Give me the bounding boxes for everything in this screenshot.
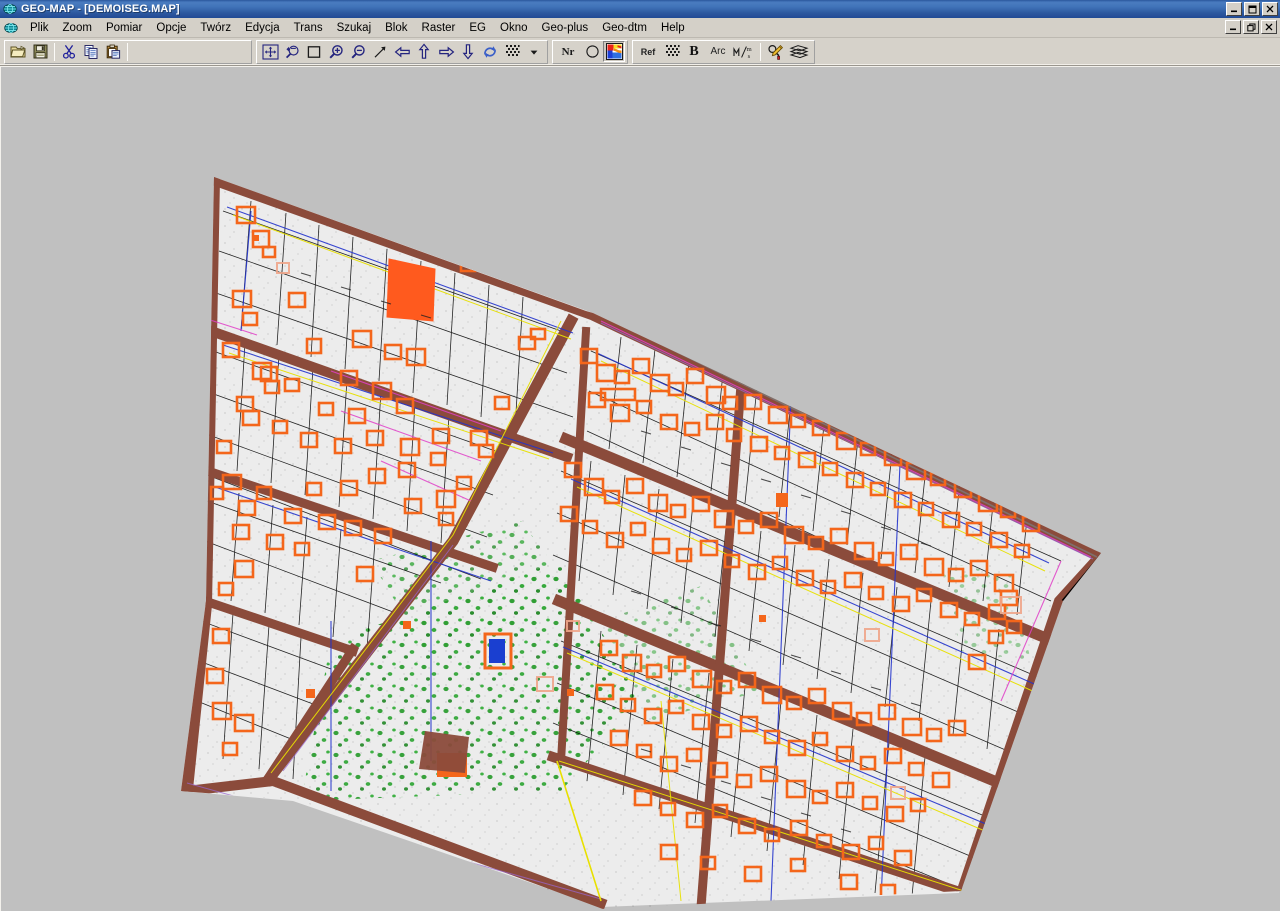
menu-item-geo-plus[interactable]: Geo-plus	[535, 20, 596, 36]
highlighted-parcel[interactable]	[386, 258, 436, 322]
pan-up-icon[interactable]	[413, 41, 435, 62]
menu-item-opcje[interactable]: Opcje	[149, 20, 193, 36]
arrow-diagonal-icon[interactable]	[369, 41, 391, 62]
toolbar-separator	[760, 42, 761, 61]
zoom-out-icon[interactable]	[347, 41, 369, 62]
arc-button[interactable]: Arc	[705, 41, 731, 62]
window-controls[interactable]	[1226, 2, 1278, 16]
mdi-minimize-button[interactable]	[1225, 20, 1241, 34]
menu-item-tworz[interactable]: Twórz	[193, 20, 238, 36]
toolbar-group-tools: Ref B Arc m s	[632, 39, 815, 64]
cadastral-map-canvas[interactable]	[1, 67, 1280, 911]
svg-text:s: s	[748, 53, 751, 60]
close-button[interactable]	[1262, 2, 1278, 16]
menu-item-plik[interactable]: Plik	[23, 20, 56, 36]
mdi-restore-button[interactable]	[1243, 20, 1259, 34]
palette-icon[interactable]	[603, 41, 625, 62]
menu-item-raster[interactable]: Raster	[415, 20, 463, 36]
window-title-text: GEO-MAP - [DEMOISEG.MAP]	[21, 3, 180, 15]
hatch-icon[interactable]	[501, 41, 523, 62]
pan-left-icon[interactable]	[391, 41, 413, 62]
toolbar-separator	[54, 42, 55, 61]
paste-icon[interactable]	[102, 41, 124, 62]
zoom-window-icon[interactable]	[303, 41, 325, 62]
menu-item-geo-dtm[interactable]: Geo-dtm	[595, 20, 654, 36]
menu-item-pomiar[interactable]: Pomiar	[99, 20, 149, 36]
mdi-close-button[interactable]	[1261, 20, 1277, 34]
svg-text:m: m	[747, 46, 752, 53]
layers-icon[interactable]	[786, 41, 812, 62]
menu-item-blok[interactable]: Blok	[378, 20, 414, 36]
brown-plot	[419, 731, 469, 773]
toolbar-group-file	[4, 39, 252, 64]
hatch2-icon[interactable]	[661, 41, 683, 62]
copy-icon[interactable]	[80, 41, 102, 62]
menu-item-edycja[interactable]: Edycja	[238, 20, 287, 36]
toolbar-group-draw: Nr	[552, 39, 628, 64]
window-title-bar: GEO-MAP - [DEMOISEG.MAP]	[0, 0, 1280, 18]
pen-tools-icon[interactable]	[764, 41, 786, 62]
pan-down-icon[interactable]	[457, 41, 479, 62]
pan-right-icon[interactable]	[435, 41, 457, 62]
cut-icon[interactable]	[58, 41, 80, 62]
bold-button[interactable]: B	[683, 41, 705, 62]
menu-item-help[interactable]: Help	[654, 20, 692, 36]
ref-button[interactable]: Ref	[635, 41, 661, 62]
open-icon[interactable]	[7, 41, 29, 62]
toolbar-separator	[127, 42, 128, 61]
main-toolbar: Nr Ref B Arc m s	[0, 38, 1280, 66]
zoom-in-icon[interactable]	[325, 41, 347, 62]
zoom-extents-icon[interactable]	[259, 41, 281, 62]
number-label-button[interactable]: Nr	[555, 41, 581, 62]
mdi-child-controls[interactable]	[1225, 20, 1277, 34]
refresh-icon[interactable]	[479, 41, 501, 62]
circle-icon[interactable]	[581, 41, 603, 62]
menu-item-eg[interactable]: EG	[462, 20, 493, 36]
maximize-button[interactable]	[1244, 2, 1260, 16]
menu-item-okno[interactable]: Okno	[493, 20, 535, 36]
menu-item-trans[interactable]: Trans	[287, 20, 330, 36]
zoom-previous-icon[interactable]	[281, 41, 303, 62]
toolbar-group-view	[256, 39, 548, 64]
save-icon[interactable]	[29, 41, 51, 62]
dropdown-arrow-icon[interactable]	[523, 41, 545, 62]
globe-icon	[4, 22, 18, 33]
minimize-button[interactable]	[1226, 2, 1242, 16]
menu-bar: Plik Zoom Pomiar Opcje Twórz Edycja Tran…	[0, 18, 1280, 38]
menu-item-szukaj[interactable]: Szukaj	[330, 20, 379, 36]
map-canvas-area[interactable]	[0, 66, 1280, 911]
globe-icon	[3, 4, 17, 14]
units-ms-icon[interactable]: m s	[731, 41, 757, 62]
menu-item-zoom[interactable]: Zoom	[56, 20, 99, 36]
